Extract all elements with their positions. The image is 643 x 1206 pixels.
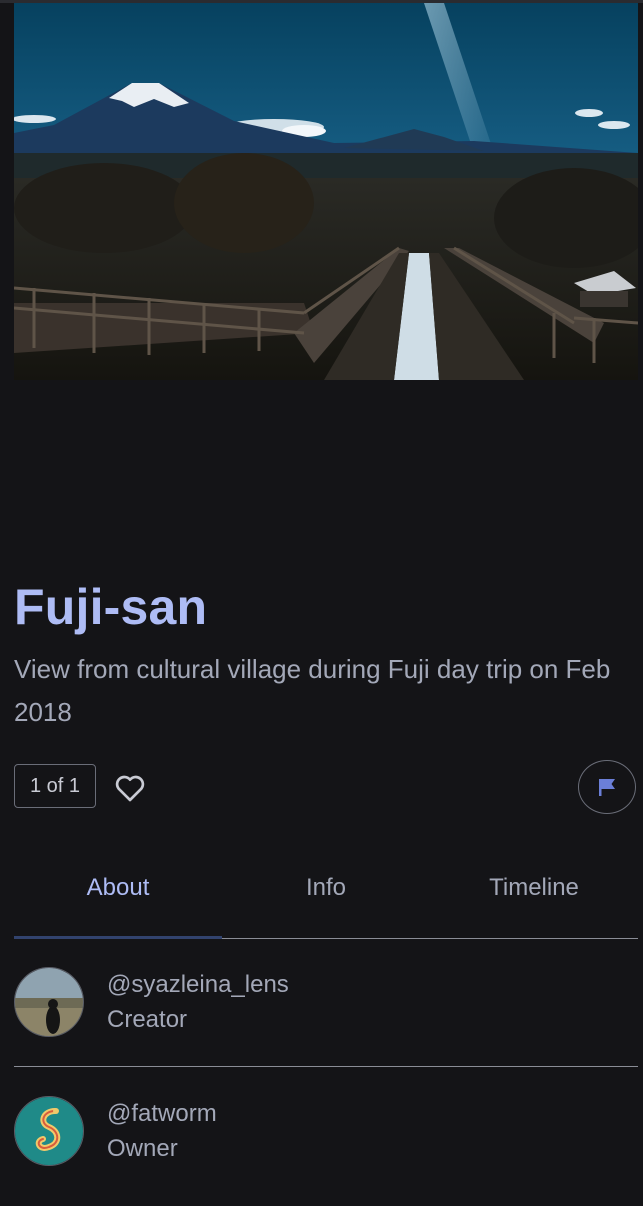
person-handle[interactable]: @fatworm bbox=[107, 1100, 217, 1128]
person-row-creator[interactable]: @syazleina_lens Creator bbox=[14, 967, 638, 1077]
report-flag-button[interactable] bbox=[578, 760, 636, 814]
heart-outline-icon bbox=[115, 775, 145, 802]
person-handle[interactable]: @syazleina_lens bbox=[107, 971, 289, 999]
person-row-owner[interactable]: @fatworm Owner bbox=[14, 1096, 638, 1206]
tab-bar: About Info Timeline bbox=[14, 860, 638, 940]
photo-counter: 1 of 1 bbox=[14, 764, 96, 808]
hero-photo bbox=[14, 3, 638, 380]
tab-timeline[interactable]: Timeline bbox=[430, 860, 638, 938]
tab-info[interactable]: Info bbox=[222, 860, 430, 938]
person-role: Creator bbox=[107, 1006, 188, 1033]
photo-title: Fuji-san bbox=[14, 579, 208, 635]
photo-description: View from cultural village during Fuji d… bbox=[14, 654, 611, 727]
row-divider bbox=[14, 1066, 638, 1067]
flag-icon bbox=[599, 779, 615, 796]
person-role: Owner bbox=[107, 1135, 178, 1162]
avatar bbox=[14, 1096, 84, 1166]
avatar bbox=[14, 967, 84, 1037]
active-tab-indicator bbox=[14, 936, 222, 939]
like-button[interactable] bbox=[110, 768, 150, 808]
tab-about[interactable]: About bbox=[14, 860, 222, 938]
